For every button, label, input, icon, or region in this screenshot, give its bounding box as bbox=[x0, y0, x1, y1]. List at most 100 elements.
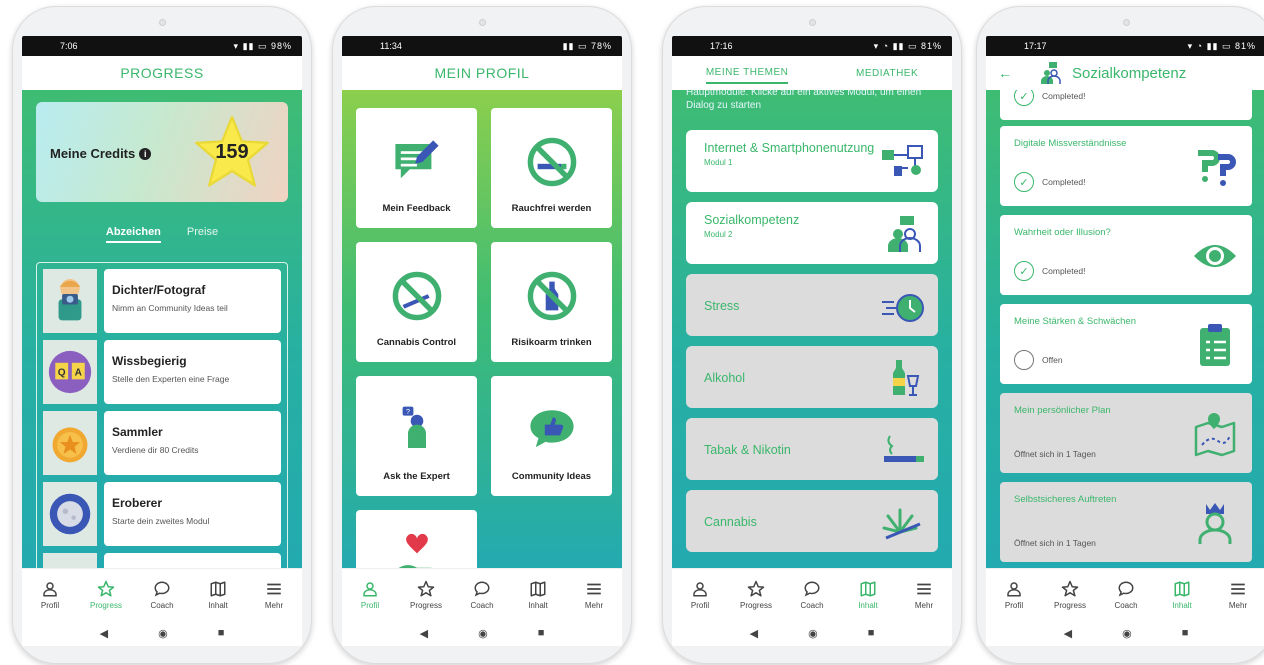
step-card[interactable]: Selbstsicheres Auftreten Öffnet sich in … bbox=[1000, 482, 1252, 562]
nav-label: Coach bbox=[150, 600, 174, 610]
tile-rauchfrei[interactable]: Rauchfrei werden bbox=[491, 108, 612, 228]
module-alkohol[interactable]: Alkohol bbox=[686, 346, 938, 408]
phone-sozialkompetenz: 17:17 ▾ ◔ ▮▮ ▭ 81% ← Sozialkompetenz ✓ C… bbox=[976, 6, 1264, 664]
tab-preise[interactable]: Preise bbox=[187, 226, 218, 243]
step-card[interactable]: Digitale Missverständnisse ✓ Completed! bbox=[1000, 126, 1252, 206]
module-cannabis[interactable]: Cannabis bbox=[686, 490, 938, 552]
module-tabak[interactable]: Tabak & Nikotin bbox=[686, 418, 938, 480]
nav-coach[interactable]: Coach bbox=[136, 580, 188, 610]
tab-meine-themen[interactable]: MEINE THEMEN bbox=[705, 63, 789, 84]
nav-coach[interactable]: Coach bbox=[786, 580, 838, 610]
page-title: PROGRESS bbox=[22, 56, 302, 90]
recent-square-icon[interactable]: ■ bbox=[868, 627, 875, 639]
star-outline-icon bbox=[417, 580, 435, 596]
nav-profil[interactable]: Profil bbox=[24, 580, 76, 610]
step-card[interactable]: Mein persönlicher Plan Öffnet sich in 1 … bbox=[1000, 393, 1252, 473]
status-time: 17:16 bbox=[710, 41, 733, 51]
module-title: Alkohol bbox=[704, 371, 745, 385]
back-triangle-icon[interactable]: ◀ bbox=[420, 627, 428, 640]
nav-progress[interactable]: Progress bbox=[400, 580, 452, 610]
nav-inhalt[interactable]: Inhalt bbox=[192, 580, 244, 610]
step-card[interactable]: Wahrheit oder Illusion? ✓ Completed! bbox=[1000, 215, 1252, 295]
step-card[interactable]: ✓ Completed! bbox=[1000, 90, 1252, 120]
status-bar: 7:06 ▾ ▮▮ ▭ 98% bbox=[22, 36, 302, 56]
back-arrow-icon[interactable]: ← bbox=[998, 65, 1038, 81]
tile-trinken[interactable]: Risikoarm trinken bbox=[491, 242, 612, 362]
bottom-nav: Profil Progress Coach Inhalt Mehr bbox=[986, 568, 1264, 620]
module-title: Stress bbox=[704, 299, 740, 313]
back-triangle-icon[interactable]: ◀ bbox=[100, 627, 108, 640]
chat-bubble-icon bbox=[1118, 580, 1134, 596]
eye-icon bbox=[1194, 245, 1236, 267]
nav-label: Mehr bbox=[584, 600, 604, 610]
badge-title: Sammler bbox=[112, 425, 163, 439]
nav-progress[interactable]: Progress bbox=[730, 580, 782, 610]
list-item[interactable]: Q A Wissbegierig Stelle den Experten ein… bbox=[43, 340, 281, 404]
nav-inhalt[interactable]: Inhalt bbox=[512, 580, 564, 610]
info-icon[interactable]: i bbox=[139, 148, 152, 160]
system-nav: ◀ ◉ ■ bbox=[672, 620, 952, 646]
chat-bubble-icon bbox=[474, 580, 490, 596]
medal-icon bbox=[43, 411, 97, 475]
home-circle-icon[interactable]: ◉ bbox=[808, 627, 818, 640]
tile-community-ideas[interactable]: Community Ideas bbox=[491, 376, 612, 496]
module-title: Cannabis bbox=[704, 515, 757, 529]
nav-profil[interactable]: Profil bbox=[674, 580, 726, 610]
badge-tabs: Abzeichen Preise bbox=[22, 226, 302, 243]
back-triangle-icon[interactable]: ◀ bbox=[750, 627, 758, 640]
nav-progress[interactable]: Progress bbox=[80, 580, 132, 610]
home-circle-icon[interactable]: ◉ bbox=[478, 627, 488, 640]
screen-sozialkompetenz: 17:17 ▾ ◔ ▮▮ ▭ 81% ← Sozialkompetenz ✓ C… bbox=[986, 36, 1264, 646]
list-item[interactable]: Sammler Verdiene dir 80 Credits bbox=[43, 411, 281, 475]
home-circle-icon[interactable]: ◉ bbox=[1122, 627, 1132, 640]
nav-mehr[interactable]: Mehr bbox=[248, 580, 300, 610]
clock-speed-icon bbox=[882, 294, 924, 322]
tile-ask-expert[interactable]: ? Ask the Expert bbox=[356, 376, 477, 496]
list-item[interactable]: Eroberer Starte dein zweites Modul bbox=[43, 482, 281, 546]
badges-list: Dichter/Fotograf Nimm an Community Ideas… bbox=[36, 262, 288, 568]
nav-coach[interactable]: Coach bbox=[1100, 580, 1152, 610]
nav-profil[interactable]: Profil bbox=[988, 580, 1040, 610]
tile-cannabis[interactable]: Cannabis Control bbox=[356, 242, 477, 362]
nav-profil[interactable]: Profil bbox=[344, 580, 396, 610]
back-triangle-icon[interactable]: ◀ bbox=[1064, 627, 1072, 640]
page-title: Sozialkompetenz bbox=[1072, 64, 1187, 82]
home-circle-icon[interactable]: ◉ bbox=[158, 627, 168, 640]
tab-mediathek[interactable]: MEDIATHEK bbox=[856, 68, 918, 79]
module-internet[interactable]: Internet & Smartphonenutzung Modul 1 bbox=[686, 130, 938, 192]
tile-more[interactable] bbox=[356, 510, 477, 568]
nav-mehr[interactable]: Mehr bbox=[898, 580, 950, 610]
tab-abzeichen[interactable]: Abzeichen bbox=[105, 226, 161, 243]
step-status-row: ✓ Completed! bbox=[1014, 172, 1085, 192]
step-status: Completed! bbox=[1042, 266, 1086, 276]
no-alcohol-icon bbox=[527, 271, 576, 321]
nav-coach[interactable]: Coach bbox=[456, 580, 508, 610]
phone-progress: 7:06 ▾ ▮▮ ▭ 98% PROGRESS Meine Credits i … bbox=[12, 6, 312, 664]
status-icons: ▾ ◔ ▮▮ ▭ 81% bbox=[1187, 40, 1256, 51]
nav-inhalt[interactable]: Inhalt bbox=[1156, 580, 1208, 610]
nav-mehr[interactable]: Mehr bbox=[1212, 580, 1264, 610]
status-icons: ▮▮ ▭ 78% bbox=[562, 40, 612, 51]
status-battery: 98% bbox=[270, 40, 292, 51]
step-card[interactable]: Meine Stärken & Schwächen Offen bbox=[1000, 304, 1252, 384]
tile-label: Community Ideas bbox=[511, 471, 592, 482]
list-item[interactable]: Dichter/Fotograf Nimm an Community Ideas… bbox=[43, 269, 281, 333]
bottle-glass-icon bbox=[893, 360, 920, 396]
nav-progress[interactable]: Progress bbox=[1044, 580, 1096, 610]
screenshot-collage: 7:06 ▾ ▮▮ ▭ 98% PROGRESS Meine Credits i … bbox=[0, 0, 1264, 665]
nav-inhalt[interactable]: Inhalt bbox=[842, 580, 894, 610]
list-item[interactable]: K bbox=[43, 553, 281, 568]
credits-card[interactable]: Meine Credits i 159 bbox=[36, 102, 288, 202]
module-stress[interactable]: Stress bbox=[686, 274, 938, 336]
tile-feedback[interactable]: Mein Feedback bbox=[356, 108, 477, 228]
recent-square-icon[interactable]: ■ bbox=[1182, 627, 1189, 639]
module-sozialkompetenz[interactable]: Sozialkompetenz Modul 2 bbox=[686, 202, 938, 264]
recent-square-icon[interactable]: ■ bbox=[538, 627, 545, 639]
no-smoking-icon bbox=[527, 137, 576, 187]
nav-mehr[interactable]: Mehr bbox=[568, 580, 620, 610]
recent-square-icon[interactable]: ■ bbox=[218, 627, 225, 639]
person-icon bbox=[43, 581, 57, 596]
screen-progress: 7:06 ▾ ▮▮ ▭ 98% PROGRESS Meine Credits i … bbox=[22, 36, 302, 646]
star-outline-icon bbox=[97, 580, 115, 596]
phone-profil: 11:34 ▮▮ ▭ 78% MEIN PROFIL Mein Feedback bbox=[332, 6, 632, 664]
